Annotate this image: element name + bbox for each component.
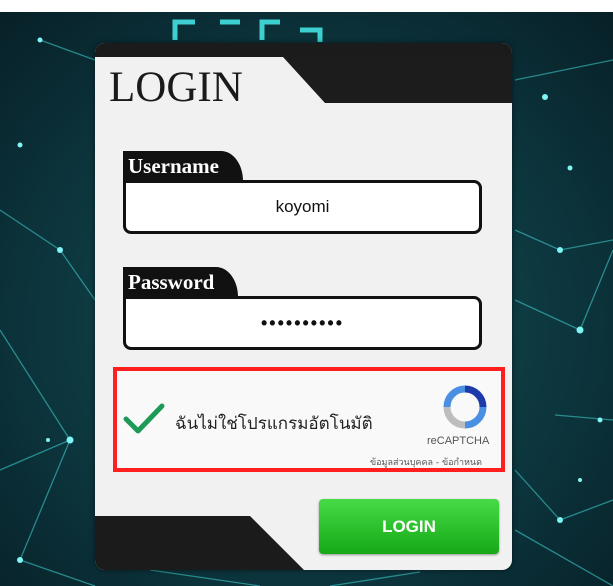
card-top-bar [95,43,512,57]
recaptcha-logo-icon [443,385,487,429]
recaptcha-widget: ฉันไม่ใช่โปรแกรมอัตโนมัติ reCAPTCHA ข้อม… [113,367,505,472]
login-button[interactable]: LOGIN [319,499,499,554]
captcha-checkbox-label: ฉันไม่ใช่โปรแกรมอัตโนมัติ [175,414,373,434]
browser-top-strip [0,0,613,12]
password-label: Password [123,267,239,297]
username-label: Username [123,151,243,181]
username-input[interactable] [123,180,482,234]
login-title: LOGIN [109,64,243,111]
checkmark-icon[interactable] [122,401,166,437]
recaptcha-links[interactable]: ข้อมูลส่วนบุคคล - ข้อกำหนด [370,455,482,468]
recaptcha-brand: reCAPTCHA [427,435,490,447]
password-input[interactable]: •••••••••• [123,296,482,350]
login-card: LOGIN Username Password •••••••••• LOGIN [95,43,512,570]
